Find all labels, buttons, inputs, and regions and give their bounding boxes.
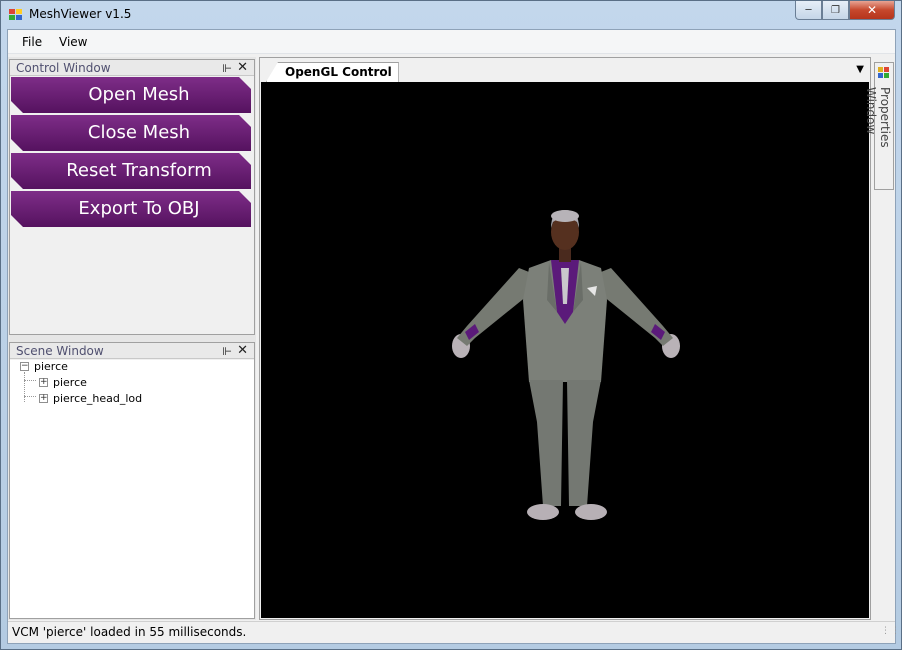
maximize-icon: ❐: [831, 4, 840, 16]
panel-close-icon[interactable]: ✕: [237, 60, 248, 76]
close-button[interactable]: ✕: [849, 1, 895, 20]
control-window-title-text: Control Window: [16, 61, 111, 75]
control-window-title[interactable]: Control Window ⊩ ✕: [10, 60, 254, 76]
character-model: [452, 210, 680, 520]
reset-transform-button[interactable]: Reset Transform: [11, 153, 251, 189]
properties-window-tab[interactable]: Properties Window: [864, 62, 894, 190]
expand-icon[interactable]: +: [39, 394, 48, 403]
document-area: OpenGL Control ▼: [259, 57, 871, 620]
window-title: MeshViewer v1.5: [29, 7, 132, 21]
status-text: VCM 'pierce' loaded in 55 milliseconds.: [12, 625, 247, 639]
properties-window-label: Properties Window: [864, 87, 892, 148]
menu-file[interactable]: File: [22, 35, 42, 49]
scene-window: Scene Window ⊩ ✕ − pierce + pierce + pie…: [9, 342, 255, 619]
left-dock: Control Window ⊩ ✕ Open Mesh Close Mesh …: [8, 57, 256, 620]
minimize-button[interactable]: ─: [795, 1, 822, 20]
maximize-button[interactable]: ❐: [822, 1, 849, 20]
close-mesh-button[interactable]: Close Mesh: [11, 115, 251, 151]
properties-icon: [878, 67, 890, 79]
status-bar: VCM 'pierce' loaded in 55 milliseconds. …: [8, 621, 900, 643]
tab-opengl-control[interactable]: OpenGL Control: [266, 62, 399, 82]
client-area: File View Control Window ⊩ ✕ Open Mesh C…: [7, 29, 900, 644]
export-obj-button[interactable]: Export To OBJ: [11, 191, 251, 227]
expand-icon[interactable]: +: [39, 378, 48, 387]
title-bar[interactable]: MeshViewer v1.5 ─ ❐ ✕: [1, 1, 901, 29]
pin-icon[interactable]: ⊩: [222, 344, 232, 360]
collapse-icon[interactable]: −: [20, 362, 29, 371]
app-icon: [9, 9, 23, 21]
open-mesh-button[interactable]: Open Mesh: [11, 77, 251, 113]
tree-node-pierce-head-lod[interactable]: pierce_head_lod: [53, 392, 142, 406]
menu-view[interactable]: View: [59, 35, 87, 49]
control-window: Control Window ⊩ ✕ Open Mesh Close Mesh …: [9, 59, 255, 335]
pin-icon[interactable]: ⊩: [222, 61, 232, 77]
menu-bar: File View: [8, 30, 895, 54]
tree-node-pierce[interactable]: pierce: [53, 376, 87, 390]
scene-tree[interactable]: − pierce + pierce + pierce_head_lod: [10, 360, 254, 618]
opengl-viewport[interactable]: [261, 82, 869, 618]
resize-grip-icon[interactable]: ⋮⋮: [881, 627, 900, 641]
panel-close-icon[interactable]: ✕: [237, 343, 248, 359]
app-window: MeshViewer v1.5 ─ ❐ ✕ File View Control …: [0, 0, 902, 650]
scene-window-title[interactable]: Scene Window ⊩ ✕: [10, 343, 254, 359]
scene-window-title-text: Scene Window: [16, 344, 104, 358]
tree-node-root[interactable]: pierce: [34, 360, 68, 374]
dropdown-icon[interactable]: ▼: [856, 64, 864, 75]
minimize-icon: ─: [805, 4, 812, 16]
close-icon: ✕: [866, 3, 878, 17]
